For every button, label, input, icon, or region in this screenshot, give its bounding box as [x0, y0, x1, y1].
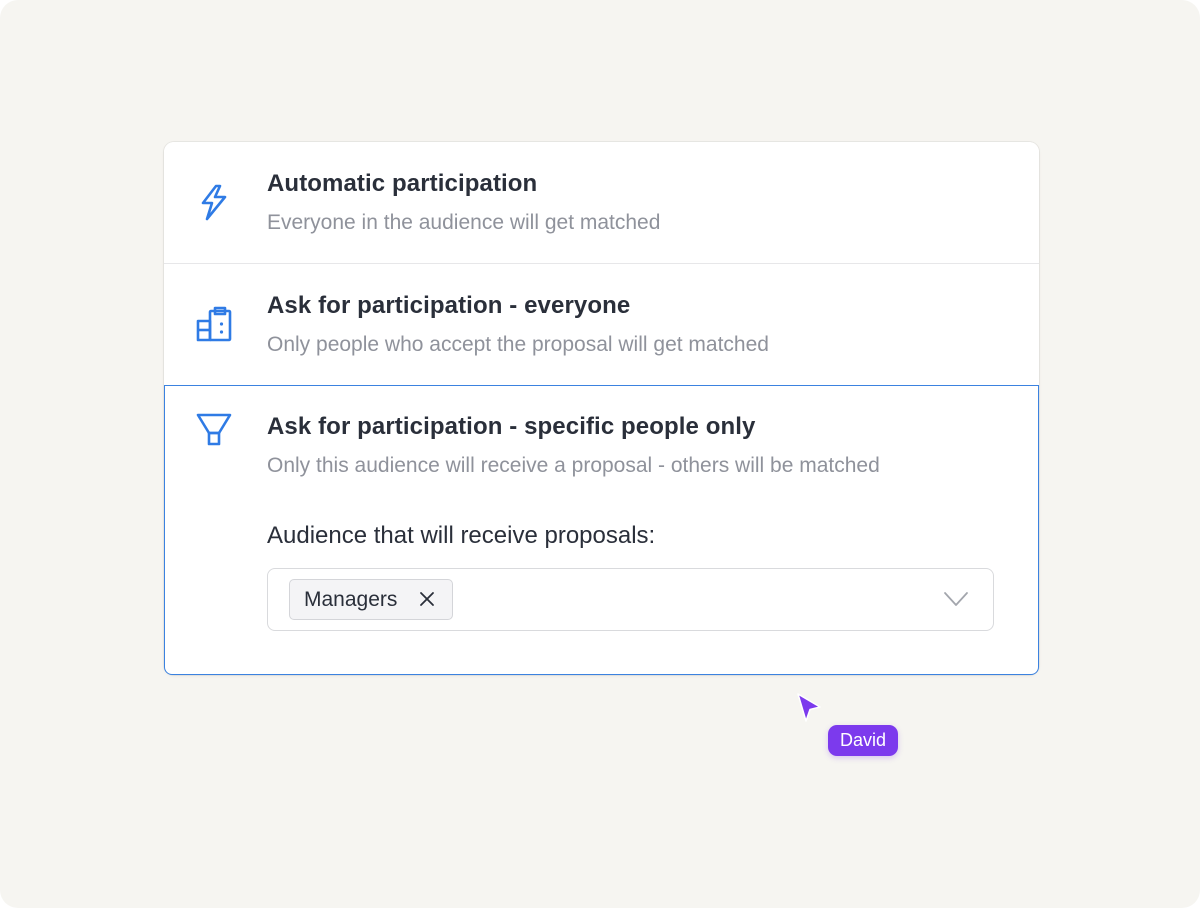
option-ask-specific-people[interactable]: Ask for participation - specific people … — [164, 385, 1039, 675]
audience-tag-label: Managers — [304, 588, 398, 611]
funnel-icon — [194, 410, 234, 450]
option-automatic-participation[interactable]: Automatic participation Everyone in the … — [164, 142, 1039, 264]
lightning-icon — [194, 182, 234, 222]
participation-options-card: Automatic participation Everyone in the … — [164, 142, 1039, 675]
option-description: Everyone in the audience will get matche… — [267, 211, 661, 234]
collaborator-cursor-icon — [795, 692, 823, 724]
option-title: Automatic participation — [267, 170, 538, 197]
close-icon[interactable] — [418, 590, 436, 608]
audience-tag: Managers — [289, 579, 453, 620]
clipboard-building-icon — [194, 304, 234, 344]
option-ask-everyone[interactable]: Ask for participation - everyone Only pe… — [164, 264, 1039, 385]
collaborator-name-badge: David — [828, 725, 899, 756]
option-title: Ask for participation - everyone — [267, 292, 631, 319]
chevron-down-icon[interactable] — [943, 589, 969, 609]
option-description: Only people who accept the proposal will… — [267, 333, 769, 356]
option-title: Ask for participation - specific people … — [267, 413, 756, 440]
audience-label: Audience that will receive proposals: — [267, 522, 656, 549]
audience-select[interactable]: Managers — [267, 568, 994, 631]
canvas-background: Automatic participation Everyone in the … — [0, 0, 1200, 908]
option-description: Only this audience will receive a propos… — [267, 454, 880, 477]
